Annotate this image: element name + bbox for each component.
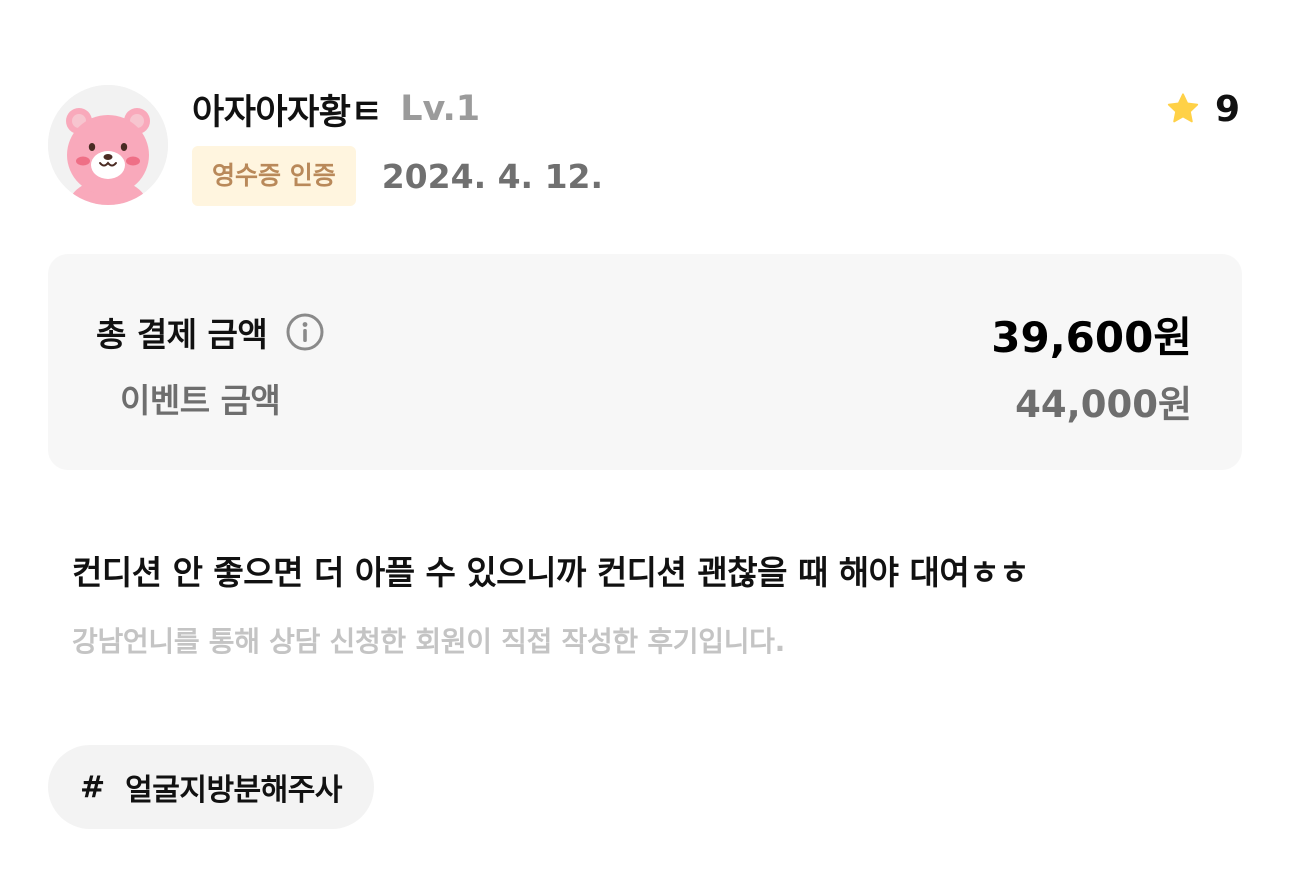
reviewer-name[interactable]: 아자아자황ㅌ	[192, 84, 383, 135]
event-price-amount: 44,000원	[1015, 383, 1192, 426]
reviewer-info: 아자아자황ㅌ Lv.1	[192, 84, 481, 135]
reviewer-level: Lv.1	[400, 89, 481, 129]
rating: 9	[1165, 88, 1240, 130]
review-date: 2024. 4. 12.	[381, 156, 604, 196]
reviewer-avatar[interactable]	[48, 85, 168, 205]
info-icon[interactable]	[285, 312, 325, 352]
total-price-amount: 39,600원	[991, 313, 1192, 362]
total-price-label-group: 총 결제 금액	[96, 306, 325, 358]
receipt-verified-badge: 영수증 인증	[192, 146, 356, 206]
star-icon	[1167, 93, 1199, 123]
review-body: 컨디션 안 좋으면 더 아플 수 있으니까 컨디션 괜찮을 때 해야 대여ㅎㅎ	[72, 553, 1029, 592]
review-disclaimer: 강남언니를 통해 상담 신청한 회원이 직접 작성한 후기입니다.	[72, 625, 785, 658]
total-price-label: 총 결제 금액	[96, 315, 268, 354]
rating-value: 9	[1214, 88, 1240, 130]
hashtag-chip[interactable]: # 얼굴지방분해주사	[48, 745, 374, 829]
price-summary: 총 결제 금액 39,600원 이벤트 금액 44,000원	[48, 254, 1242, 470]
bear-avatar-icon	[48, 85, 168, 205]
hashtag-symbol: #	[80, 769, 106, 805]
review-meta: 영수증 인증 2024. 4. 12.	[192, 146, 603, 206]
hashtag-label: 얼굴지방분해주사	[125, 773, 342, 808]
event-price-label: 이벤트 금액	[120, 381, 281, 420]
review-card: 아자아자황ㅌ Lv.1 9 영수증 인증 2024. 4. 12. 총 결제 금…	[0, 0, 1290, 895]
